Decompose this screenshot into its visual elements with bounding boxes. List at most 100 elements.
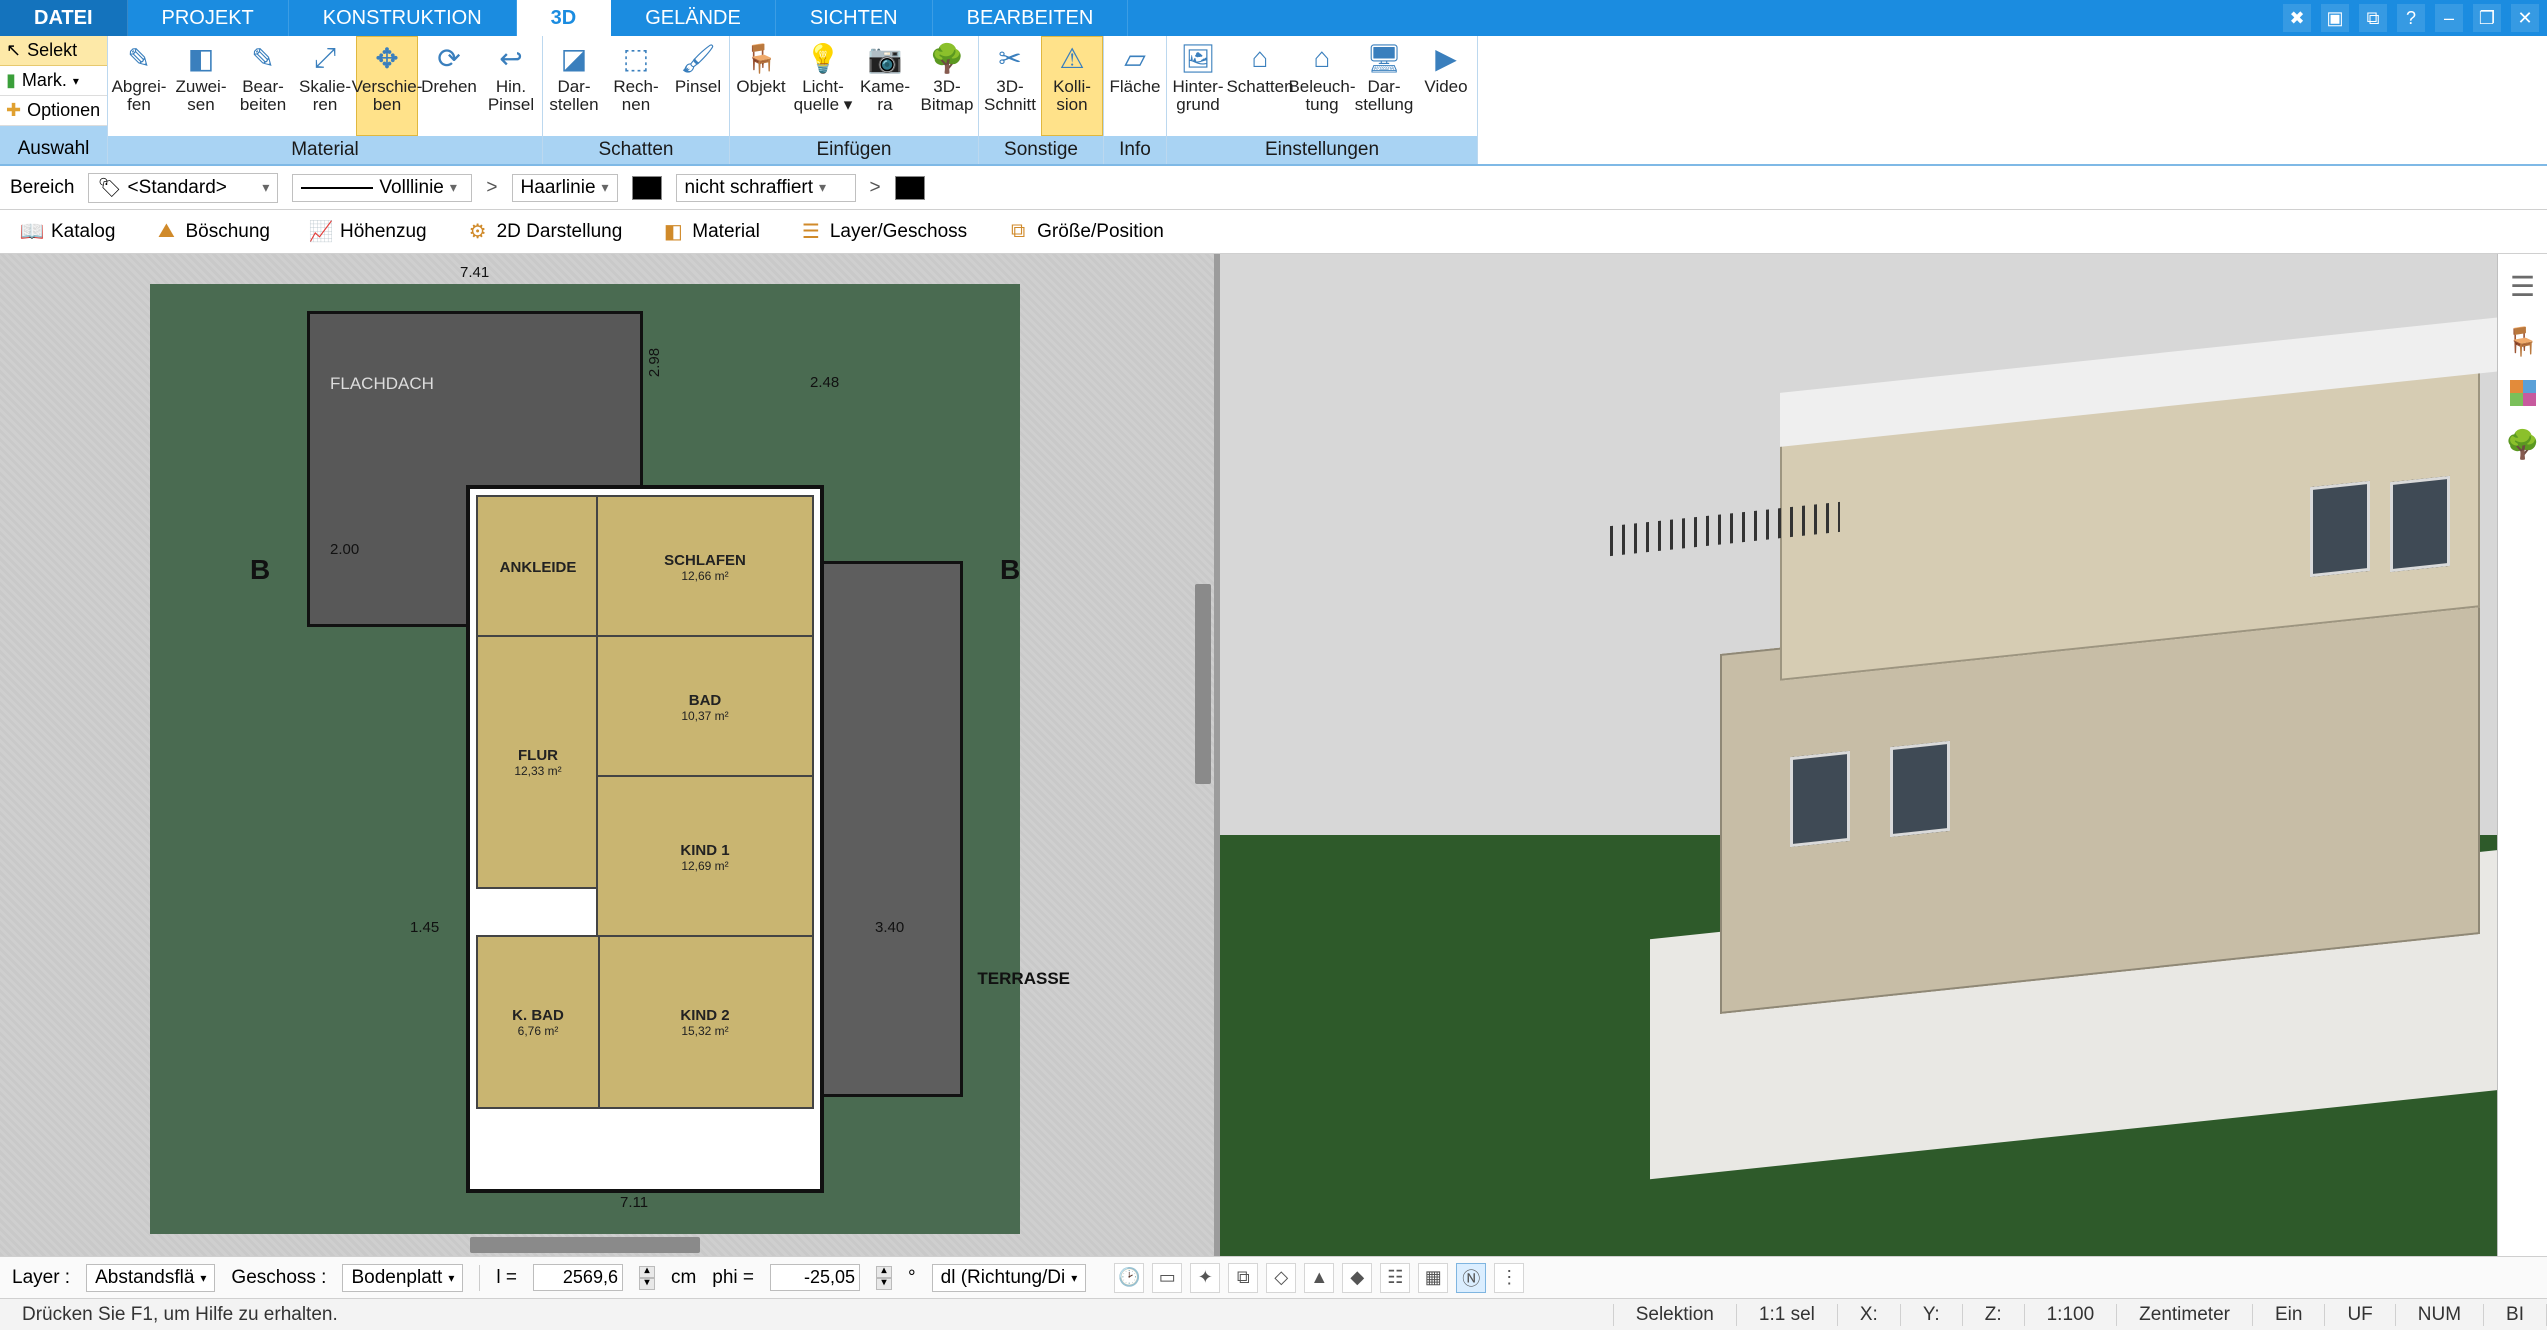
- color-palette-icon[interactable]: [2510, 380, 2536, 406]
- bereich-combo[interactable]: 🏷 <Standard> ▾: [88, 173, 278, 203]
- rhombus-icon[interactable]: ◆: [1342, 1263, 1372, 1293]
- line-color-swatch[interactable]: [632, 176, 662, 200]
- ribbon-einfügen-0[interactable]: 🪑Objekt: [730, 36, 792, 136]
- options-icon[interactable]: ⧉: [2359, 4, 2387, 32]
- scrollbar-horizontal[interactable]: [470, 1237, 700, 1253]
- hatch-color-swatch[interactable]: [895, 176, 925, 200]
- render-view-3d[interactable]: ☰ 🪑 🌳: [1220, 254, 2547, 1256]
- snap-icon[interactable]: ✦: [1190, 1263, 1220, 1293]
- panel-layer-geschoss[interactable]: ☰Layer/Geschoss: [789, 216, 978, 248]
- ribbon-einfügen-2[interactable]: 📷Kame- ra: [854, 36, 916, 136]
- ribbon-material-6[interactable]: ↩Hin. Pinsel: [480, 36, 542, 136]
- select-button[interactable]: ↖Selekt: [0, 36, 107, 66]
- ribbon-einstellungen-2[interactable]: ⌂Beleuch- tung: [1291, 36, 1353, 136]
- panel-h-henzug[interactable]: 📈Höhenzug: [299, 216, 438, 248]
- tab-gelaende[interactable]: GELÄNDE: [611, 0, 776, 36]
- triangle-icon[interactable]: ▲: [1304, 1263, 1334, 1293]
- ribbon-group-sonstige: ✂3D- Schnitt⚠Kolli- sionSonstige: [979, 36, 1104, 164]
- greater-icon[interactable]: >: [870, 177, 881, 199]
- ribbon-schatten-2[interactable]: 🖌Pinsel: [667, 36, 729, 136]
- ribbon-einstellungen-0[interactable]: 🖼Hinter- grund: [1167, 36, 1229, 136]
- greater-icon[interactable]: >: [486, 177, 497, 199]
- length-input[interactable]: [533, 1264, 623, 1291]
- mark-button[interactable]: ▮Mark.▾: [0, 66, 107, 96]
- ribbon-icon: ⟳: [428, 42, 470, 74]
- ribbon-material-1[interactable]: ◧ Zuwei- sen: [170, 36, 232, 136]
- plan-view-2d[interactable]: FLACHDACH 7.41 2.48 2.98 2.00 3.40 1.45 …: [0, 254, 1220, 1256]
- panel-b-schung[interactable]: ⛰Böschung: [144, 216, 281, 248]
- ribbon-label: Zuwei- sen: [175, 78, 226, 114]
- more-icon[interactable]: ⋮: [1494, 1263, 1524, 1293]
- bounds-icon[interactable]: ▭: [1152, 1263, 1182, 1293]
- tab-bearbeiten[interactable]: BEARBEITEN: [933, 0, 1129, 36]
- panel-katalog[interactable]: 📖Katalog: [10, 216, 126, 248]
- ribbon-sonstige-1[interactable]: ⚠Kolli- sion: [1041, 36, 1103, 136]
- tree-icon[interactable]: 🌳: [2505, 428, 2540, 461]
- ribbon-einstellungen-3[interactable]: 🖥Dar- stellung: [1353, 36, 1415, 136]
- close-icon[interactable]: ✕: [2511, 4, 2539, 32]
- minimize-icon[interactable]: –: [2435, 4, 2463, 32]
- ribbon-schatten-0[interactable]: ◪Dar- stellen: [543, 36, 605, 136]
- ribbon-info-0[interactable]: ▱Fläche: [1104, 36, 1166, 136]
- clock-icon[interactable]: 🕑: [1114, 1263, 1144, 1293]
- chevron-down-icon: ▾: [602, 179, 609, 196]
- spin-up[interactable]: ▴: [639, 1266, 655, 1278]
- dl-combo[interactable]: dl (Richtung/Di▾: [932, 1264, 1087, 1292]
- phi-input[interactable]: [770, 1264, 860, 1291]
- options-button[interactable]: ✚Optionen: [0, 96, 107, 126]
- panel-2d-darstellung[interactable]: ⚙ 2D Darstellung: [456, 216, 634, 248]
- ribbon-sonstige-0[interactable]: ✂3D- Schnitt: [979, 36, 1041, 136]
- restore-icon[interactable]: ❐: [2473, 4, 2501, 32]
- panel-material[interactable]: ◧Material: [651, 216, 771, 248]
- ribbon-material-4[interactable]: ✥Verschie- ben: [356, 36, 418, 136]
- stack-icon[interactable]: ☷: [1380, 1263, 1410, 1293]
- status-ins: Ein: [2253, 1304, 2325, 1326]
- ribbon-material-5[interactable]: ⟳Drehen: [418, 36, 480, 136]
- furniture-icon[interactable]: 🪑: [2505, 325, 2540, 358]
- tool-icon[interactable]: ✖: [2283, 4, 2311, 32]
- help-icon[interactable]: ?: [2397, 4, 2425, 32]
- section-marker-left: B: [250, 554, 270, 586]
- ribbon-icon: ▱: [1114, 42, 1156, 74]
- ribbon-einstellungen-1[interactable]: ⌂Schatten: [1229, 36, 1291, 136]
- ribbon-material-0[interactable]: ✎Abgrei- fen: [108, 36, 170, 136]
- ribbon-icon: 🖌: [677, 42, 719, 74]
- status-bi: BI: [2484, 1304, 2547, 1326]
- linetype-combo[interactable]: Volllinie ▾: [292, 174, 472, 202]
- room-flur-area: 12,33 m²: [514, 764, 561, 778]
- lineweight-combo[interactable]: Haarlinie ▾: [512, 174, 618, 202]
- ribbon-icon: ◧: [180, 42, 222, 74]
- panel-icon: ⚙: [467, 221, 489, 243]
- layer-combo[interactable]: Abstandsflä▾: [86, 1264, 215, 1292]
- diamond-icon[interactable]: ◇: [1266, 1263, 1296, 1293]
- scrollbar-vertical[interactable]: [1195, 584, 1211, 784]
- panel-label: 2D Darstellung: [497, 221, 623, 243]
- tab-konstruktion[interactable]: KONSTRUKTION: [289, 0, 517, 36]
- room-kbad: K. BAD: [512, 1007, 564, 1024]
- ribbon-material-2[interactable]: ✎Bear- beiten: [232, 36, 294, 136]
- tab-file[interactable]: DATEI: [0, 0, 128, 36]
- ribbon-einfügen-3[interactable]: 🌳3D- Bitmap: [916, 36, 978, 136]
- layers-icon[interactable]: ☰: [2510, 270, 2535, 303]
- status-sel-ratio: 1:1 sel: [1737, 1304, 1838, 1326]
- copy-icon[interactable]: ⧉: [1228, 1263, 1258, 1293]
- panel-label: Größe/Position: [1037, 221, 1164, 243]
- ribbon-schatten-1[interactable]: ⬚Rech- nen: [605, 36, 667, 136]
- ribbon-einfügen-1[interactable]: 💡Licht- quelle ▾: [792, 36, 854, 136]
- floor-combo[interactable]: Bodenplatt▾: [342, 1264, 463, 1292]
- spin-down[interactable]: ▾: [639, 1278, 655, 1290]
- save-icon[interactable]: ▣: [2321, 4, 2349, 32]
- spin-down[interactable]: ▾: [876, 1278, 892, 1290]
- ribbon-material-3[interactable]: ⤢Skalie- ren: [294, 36, 356, 136]
- panel-gr-e-position[interactable]: ⧉Größe/Position: [996, 216, 1175, 248]
- workspace: FLACHDACH 7.41 2.48 2.98 2.00 3.40 1.45 …: [0, 254, 2547, 1256]
- tab-sichten[interactable]: SICHTEN: [776, 0, 933, 36]
- tab-projekt[interactable]: PROJEKT: [128, 0, 289, 36]
- grid-icon[interactable]: ▦: [1418, 1263, 1448, 1293]
- layer-label: Layer :: [12, 1267, 70, 1289]
- north-icon[interactable]: Ⓝ: [1456, 1263, 1486, 1293]
- spin-up[interactable]: ▴: [876, 1266, 892, 1278]
- hatch-combo[interactable]: nicht schraffiert ▾: [676, 174, 856, 202]
- tab-3d[interactable]: 3D: [517, 0, 612, 36]
- ribbon-einstellungen-4[interactable]: ▶Video: [1415, 36, 1477, 136]
